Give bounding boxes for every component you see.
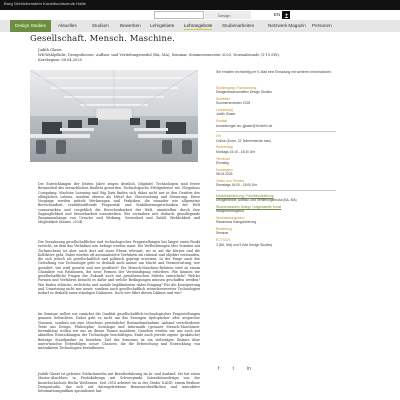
detail-kontakt: Kontakt Anmeldungen an: jglaser@hf-berli…	[216, 119, 336, 128]
nav-bewerben[interactable]: Bewerben	[120, 20, 141, 32]
menu-label: Design	[218, 13, 231, 18]
language-switch[interactable]: EN	[272, 11, 282, 19]
detail-value: Designtheorie, Aufbau- und Vertiefungsmo…	[216, 198, 297, 203]
nav-design-studies[interactable]: Design Studies	[10, 20, 51, 32]
detail-wochentag: Wochentag Montags 15:15 - 18:30 Uhr	[216, 145, 336, 154]
nav-aktuelles[interactable]: Aktuelles	[58, 20, 77, 32]
detail-bewertung: Bewertung Seminar	[216, 227, 336, 236]
detail-wochenstunden: Wochenstunden Design / Angewandte Kunst …	[216, 205, 336, 214]
detail-value: Designwissenschaften Design Studies	[216, 90, 272, 95]
detail-terminart: Terminart Einmalig	[216, 157, 336, 166]
detail-value: Einmalig	[216, 160, 229, 165]
nav-netzwerk-magazin[interactable]: Netzwerk Magazin	[268, 20, 306, 32]
article-paragraph: Die Entwicklungen der letzten Jahre zeig…	[38, 182, 200, 225]
facebook-icon[interactable]: f	[218, 366, 219, 372]
school-name[interactable]: Burg Giebichenstein Kunsthochschule Hall…	[4, 1, 86, 6]
main-nav: Design Studies Aktuelles Studium Bewerbe…	[0, 20, 400, 32]
divider	[216, 130, 336, 132]
workspace-photo	[30, 70, 198, 162]
article-paragraph: Im Seminar wollen wir zunächst die Quali…	[38, 312, 200, 350]
detail-value: Sommersemester 2025	[216, 101, 251, 106]
top-bar: Burg Giebichenstein Kunsthochschule Hall…	[0, 0, 400, 10]
detail-value: Online (Zoom, 22 Teilnehmende max)	[216, 138, 272, 143]
menu-button[interactable]: Design	[205, 11, 251, 19]
course-byline: Judith Glaser WK-Wahlpflicht, Designtheo…	[38, 48, 288, 63]
detail-value: 3 (BA, MA) und 5 (MA Design Studies)	[216, 242, 273, 247]
detail-value: Seminar	[216, 231, 229, 236]
course-info: WK-Wahlpflicht, Designtheorie, Aufbau- u…	[38, 53, 280, 62]
article-paragraph: Die Verzahnung gesellschaftlicher und te…	[38, 240, 200, 295]
detail-value: 08.04.2025	[216, 171, 233, 176]
nav-lehrangebote[interactable]: Lehrangebote	[184, 20, 213, 32]
author-bio: Judith Glaser ist gelernte Goldschmiedin…	[38, 372, 200, 393]
detail-zeiten: Zeiten und Termine Dienstags 16:00 - 18:…	[216, 179, 336, 188]
detail-kursbeginn: Kursbeginn 08.04.2025	[216, 168, 336, 177]
login-button[interactable]	[282, 11, 290, 19]
divider	[216, 190, 336, 191]
search-box[interactable]	[154, 11, 204, 19]
detail-value: Dienstags 16:00 - 18:00 Uhr	[216, 183, 258, 188]
nav-studium[interactable]: Studium	[92, 20, 109, 32]
detail-value: Montags 15:15 - 18:30 Uhr	[216, 149, 256, 154]
detail-value: Rassismus Kategorisierung	[216, 220, 257, 225]
user-icon	[284, 13, 288, 18]
detail-ects: ECTS/LN 3 (BA, MA) und 5 (MA Design Stud…	[216, 238, 336, 247]
nav-studienarbeiten[interactable]: Studienarbeiten	[222, 20, 254, 32]
hero-image	[30, 70, 198, 162]
detail-value: Judith Glaser	[216, 112, 236, 117]
course-details-sidebar: Sie erhalten rechtzeitig per E-Mail eine…	[216, 70, 336, 249]
twitter-icon[interactable]: t	[232, 366, 233, 372]
detail-ort: Ort Online (Zoom, 22 Teilnehmende max)	[216, 134, 336, 143]
nav-personen[interactable]: Personen	[312, 20, 332, 32]
nav-lehrgebiete[interactable]: Lehrgebiete	[150, 20, 174, 32]
toolbar: Design EN	[0, 10, 400, 20]
social-links: f t in	[218, 355, 259, 374]
page-title: Gesellschaft. Mensch. Maschine.	[30, 34, 175, 44]
linkedin-icon[interactable]: in	[247, 366, 251, 372]
detail-veranstaltungsform: Veranstaltungsform Rassismus Kategorisie…	[216, 216, 336, 225]
detail-value: Wahlpflichtangebot	[216, 209, 244, 214]
sidebar-intro: Sie erhalten rechtzeitig per E-Mail eine…	[216, 70, 333, 74]
detail-value[interactable]: Anmeldungen an: jglaser@hf-berlin.de	[216, 124, 336, 128]
detail-studiengang: Studiengang / Fachrichtung Designwissens…	[216, 86, 336, 95]
detail-lehrende: Lehrende(r) Judith Glaser	[216, 108, 336, 117]
detail-modul: Modulbezeichnung / Fachbeschreibung Desi…	[216, 194, 336, 203]
detail-semester: Semester Sommersemester 2025	[216, 97, 336, 106]
